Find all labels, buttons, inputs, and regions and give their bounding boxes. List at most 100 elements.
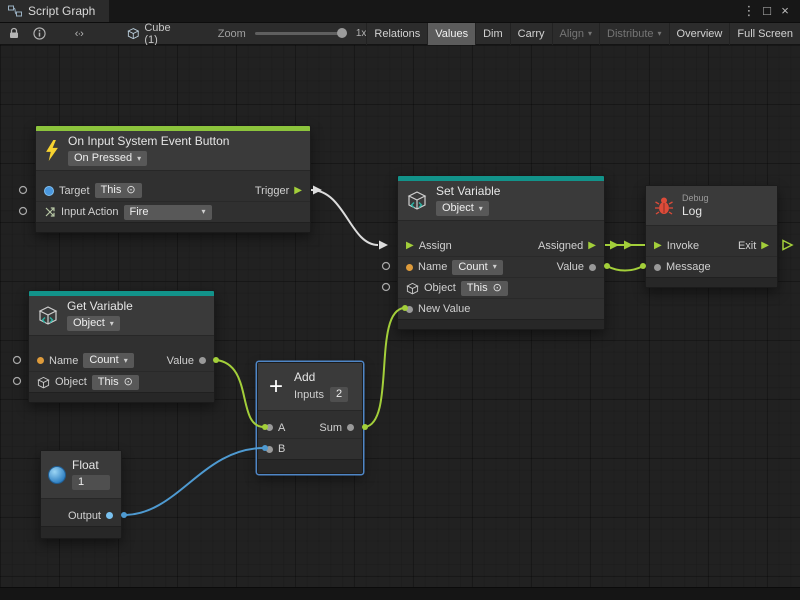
b-input-port[interactable]	[266, 446, 273, 453]
trigger-output-port[interactable]: ▶	[294, 186, 302, 196]
node-debug-log[interactable]: Debug Log ▶ Invoke Exit ▶ Message	[645, 185, 778, 288]
info-icon	[33, 27, 46, 40]
maximize-icon[interactable]: □	[758, 0, 776, 22]
inputs-count-field[interactable]: 2	[330, 387, 348, 402]
invoke-port-row: ▶ Invoke Exit ▶	[646, 235, 777, 256]
align-button[interactable]: Align ▾	[552, 23, 599, 45]
node-on-input-system-event-button[interactable]: On Input System Event Button On Pressed …	[35, 125, 311, 233]
variable-kind-dropdown[interactable]: Object ▾	[436, 201, 489, 216]
graph-toolbar: ‹·› Cube (1) Zoom 1x Relations Values Di…	[0, 22, 800, 45]
dropdown-value: On Pressed	[74, 153, 132, 164]
float-value: 1	[78, 477, 84, 488]
object-picker-icon: ⊙	[124, 377, 133, 388]
unconnected-port-indicator[interactable]	[20, 208, 27, 215]
zoom-slider[interactable]	[255, 32, 347, 35]
node-float[interactable]: Float 1 Output	[40, 450, 122, 539]
zoom-value: 1x	[356, 28, 367, 39]
name-input-port[interactable]	[37, 357, 44, 364]
unconnected-port-indicator[interactable]	[20, 187, 27, 194]
target-object-picker[interactable]: This ⊙	[95, 183, 142, 198]
node-footer	[36, 222, 310, 232]
overview-button[interactable]: Overview	[669, 23, 730, 45]
edit-graph-button[interactable]: ‹·›	[75, 28, 83, 40]
new-value-input-port[interactable]	[406, 306, 413, 313]
distribute-button[interactable]: Distribute ▾	[599, 23, 668, 45]
node-header: Set Variable Object ▾	[398, 181, 604, 221]
node-title: Float	[72, 459, 99, 472]
carry-button[interactable]: Carry	[510, 23, 552, 45]
a-input-port[interactable]	[266, 424, 273, 431]
chevron-down-icon: ▾	[493, 263, 497, 271]
a-port-row: A Sum	[258, 417, 362, 438]
close-icon[interactable]: ×	[776, 0, 794, 22]
variable-name-dropdown[interactable]: Count ▾	[452, 260, 502, 275]
flow-continuation-arrow	[783, 241, 792, 250]
object-picker[interactable]: This ⊙	[461, 281, 508, 296]
picker-value: This	[98, 377, 119, 388]
invoke-input-port[interactable]: ▶	[654, 241, 662, 251]
sum-output-port[interactable]	[347, 424, 354, 431]
object-port-label: Object	[424, 282, 456, 294]
lock-button[interactable]	[4, 23, 23, 45]
cube-icon	[127, 27, 140, 40]
output-port-row: Output	[41, 505, 121, 526]
wire-output-to-b[interactable]	[124, 448, 264, 515]
assigned-output-port[interactable]: ▶	[588, 241, 596, 251]
fullscreen-button[interactable]: Full Screen	[729, 23, 800, 45]
toolbar-buttons: Relations Values Dim Carry Align ▾ Distr…	[366, 23, 800, 45]
graph-canvas[interactable]: On Input System Event Button On Pressed …	[0, 45, 800, 587]
output-port[interactable]	[106, 512, 113, 519]
info-button[interactable]	[29, 23, 48, 45]
tab-bar: Script Graph ⋮ □ ×	[0, 0, 800, 22]
assign-input-port[interactable]: ▶	[406, 241, 414, 251]
output-port-label: Output	[68, 510, 101, 522]
unconnected-port-indicator[interactable]	[383, 263, 390, 270]
chevron-down-icon: ▾	[658, 29, 662, 38]
trigger-port-label: Trigger	[255, 185, 289, 197]
node-header: + Add Inputs 2	[258, 363, 362, 411]
node-spacer	[29, 336, 214, 350]
b-port-label: B	[278, 443, 285, 455]
lock-icon	[8, 27, 20, 40]
wire-value-to-message[interactable]	[607, 266, 643, 271]
unconnected-port-indicator[interactable]	[14, 378, 21, 385]
unconnected-port-indicator[interactable]	[14, 357, 21, 364]
event-mode-dropdown[interactable]: On Pressed ▾	[68, 151, 147, 166]
object-picker[interactable]: This ⊙	[92, 375, 139, 390]
object-picker-icon: ⊙	[493, 283, 502, 294]
node-header: Debug Log	[646, 186, 777, 226]
dropdown-value: Object	[73, 318, 105, 329]
zoom-slider-handle[interactable]	[337, 28, 347, 38]
name-port-label: Name	[49, 355, 78, 367]
cube-icon	[37, 376, 50, 389]
node-get-variable[interactable]: Get Variable Object ▾ Name Count ▾	[28, 290, 215, 403]
node-add[interactable]: + Add Inputs 2 A Su	[257, 362, 363, 474]
float-value-field[interactable]: 1	[72, 475, 110, 490]
values-button[interactable]: Values	[427, 23, 475, 45]
node-set-variable[interactable]: Set Variable Object ▾ ▶ Assign Assigned …	[397, 175, 605, 330]
wire-arrowhead	[610, 241, 619, 250]
input-action-port-row: Input Action Fire ▾	[36, 201, 310, 222]
name-port-row: Name Count ▾ Value	[29, 350, 214, 371]
name-input-port[interactable]	[406, 264, 413, 271]
b-port-row: B	[258, 438, 362, 459]
unconnected-port-indicator[interactable]	[383, 284, 390, 291]
chevron-down-icon: ▾	[588, 29, 592, 38]
node-title: On Input System Event Button	[68, 135, 229, 148]
exit-output-port[interactable]: ▶	[761, 241, 769, 251]
value-output-port[interactable]	[589, 264, 596, 271]
wire-trigger-to-assign[interactable]	[311, 190, 378, 245]
menu-icon[interactable]: ⋮	[740, 0, 758, 22]
value-output-port[interactable]	[199, 357, 206, 364]
input-action-dropdown[interactable]: Fire ▾	[124, 205, 212, 220]
dim-button[interactable]: Dim	[475, 23, 510, 45]
variable-name-dropdown[interactable]: Count ▾	[83, 353, 133, 368]
new-value-port-row: New Value	[398, 298, 604, 319]
relations-button[interactable]: Relations	[366, 23, 427, 45]
float-literal-icon	[48, 466, 66, 484]
message-input-port[interactable]	[654, 264, 661, 271]
tab-script-graph[interactable]: Script Graph	[0, 0, 109, 22]
variable-kind-dropdown[interactable]: Object ▾	[67, 316, 120, 331]
node-spacer	[36, 171, 310, 180]
graph-target-selector[interactable]: Cube (1)	[127, 22, 186, 46]
